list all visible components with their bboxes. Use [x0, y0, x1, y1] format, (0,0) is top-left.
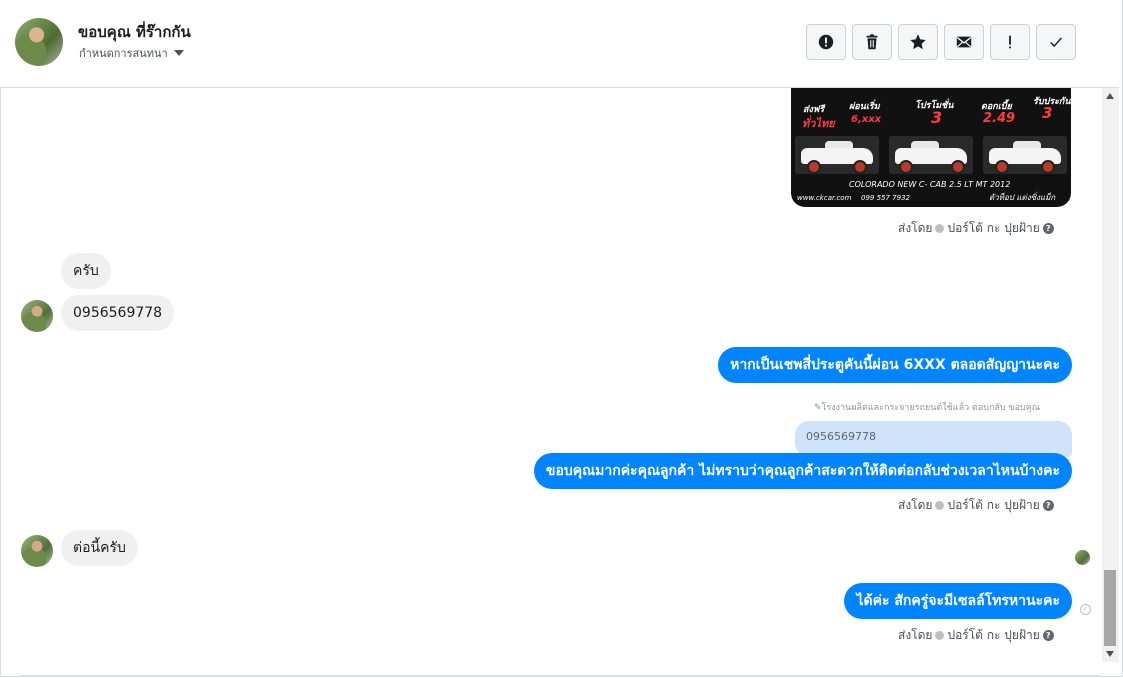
mark-unread-button[interactable]: [944, 24, 984, 60]
alert-circle-icon: [818, 34, 834, 50]
read-receipt-avatar: [1075, 550, 1090, 565]
car-photo: [795, 136, 879, 174]
conversation-header: ขอบคุณ ที่ร๊ากกัน กำหนดการสนทนา: [0, 0, 1119, 88]
help-icon[interactable]: ?: [1042, 630, 1054, 641]
contact-avatar[interactable]: [15, 18, 63, 66]
image-attachment[interactable]: ส่งฟรี ผ่อนเริ่ม โปรโมชั่น ดอกเบี้ย รับป…: [791, 88, 1071, 207]
car-photo: [889, 136, 973, 174]
scroll-up-arrow-icon[interactable]: [1106, 93, 1114, 99]
delete-button[interactable]: [852, 24, 892, 60]
conversation-settings-dropdown[interactable]: กำหนดการสนทนา: [79, 44, 184, 62]
conversation-settings-label: กำหนดการสนทนา: [79, 47, 168, 60]
scroll-down-arrow-icon[interactable]: [1106, 651, 1114, 657]
mark-done-button[interactable]: [1036, 24, 1076, 60]
page-icon: [935, 631, 945, 640]
star-icon: [910, 34, 926, 50]
page-icon: [935, 224, 945, 233]
caret-down-icon: [173, 50, 184, 56]
conversation-toolbar: [806, 24, 1076, 60]
envelope-icon: [956, 36, 972, 48]
sender-name[interactable]: ปอร์โต้ กะ ปุยฝ้าย: [947, 626, 1039, 645]
sender-name[interactable]: ปอร์โต้ กะ ปุยฝ้าย: [947, 219, 1039, 238]
incoming-message[interactable]: ต่อนี้ครับ: [61, 530, 138, 566]
car-photo: [983, 136, 1067, 174]
sent-by-label: ส่งโดย ปอร์โต้ กะ ปุยฝ้าย ?: [898, 626, 1054, 645]
message-scrollbar[interactable]: [1102, 88, 1119, 662]
trash-icon: [866, 34, 878, 50]
outgoing-message[interactable]: หากเป็นเชพสี่ประตูคันนี้ผ่อน 6XXX ตลอดสั…: [718, 347, 1072, 383]
contact-avatar[interactable]: [21, 300, 53, 332]
composer-divider: [20, 675, 1100, 676]
reply-note-text: โรงงานผลิตและกระจายรถยนต์ใช้แล้ว ตอบกลับ…: [821, 403, 1041, 413]
promo-value: 3: [1042, 104, 1053, 122]
mark-spam-button[interactable]: [806, 24, 846, 60]
scrollbar-thumb[interactable]: [1104, 570, 1116, 646]
help-icon[interactable]: ?: [1042, 500, 1054, 511]
dealer-website: www.ckcar.com: [797, 194, 852, 202]
reply-note: ✎โรงงานผลิตและกระจายรถยนต์ใช้แล้ว ตอบกลั…: [814, 400, 1040, 414]
follow-up-button[interactable]: [990, 24, 1030, 60]
check-icon: [1050, 37, 1062, 48]
sender-name[interactable]: ปอร์โต้ กะ ปุยฝ้าย: [947, 496, 1039, 515]
car-model-caption: COLORADO NEW C- CAB 2.5 LT MT 2012: [849, 180, 1011, 189]
sent-by-prefix: ส่งโดย: [898, 498, 933, 512]
exclamation-icon: [1009, 35, 1011, 49]
outgoing-message[interactable]: ได้ค่ะ สักครู่จะมีเซลล์โทรหานะคะ: [844, 583, 1072, 619]
quoted-message[interactable]: 0956569778: [795, 421, 1072, 457]
contact-avatar[interactable]: [21, 535, 53, 567]
incoming-message[interactable]: ครับ: [61, 253, 111, 289]
promo-value: 2.49: [983, 111, 1016, 126]
dealer-phone: 099 557 7932: [861, 194, 910, 202]
promo-value: 3: [931, 108, 943, 127]
sent-by-prefix: ส่งโดย: [898, 628, 933, 642]
promo-value: 6,xxx: [851, 114, 882, 125]
pencil-icon: ✎: [814, 403, 822, 413]
help-icon[interactable]: ?: [1042, 223, 1054, 234]
delivered-check-icon: ✓: [1080, 604, 1091, 615]
page-icon: [935, 501, 945, 510]
incoming-message[interactable]: 0956569778: [61, 295, 175, 331]
car-spec-note: ตัวท็อป แต่งซิ่งแม็ก: [989, 193, 1056, 202]
star-button[interactable]: [898, 24, 938, 60]
sent-by-label: ส่งโดย ปอร์โต้ กะ ปุยฝ้าย ?: [898, 496, 1054, 515]
outgoing-message[interactable]: ขอบคุณมากค่ะคุณลูกค้า ไม่ทราบว่าคุณลูกค้…: [533, 453, 1072, 489]
sent-by-label: ส่งโดย ปอร์โต้ กะ ปุยฝ้าย ?: [898, 219, 1054, 238]
promo-label: ผ่อนเริ่ม: [849, 102, 880, 112]
sent-by-prefix: ส่งโดย: [898, 221, 933, 235]
contact-name[interactable]: ขอบคุณ ที่ร๊ากกัน: [78, 20, 191, 44]
promo-value: ทั่วไทย: [802, 117, 835, 130]
